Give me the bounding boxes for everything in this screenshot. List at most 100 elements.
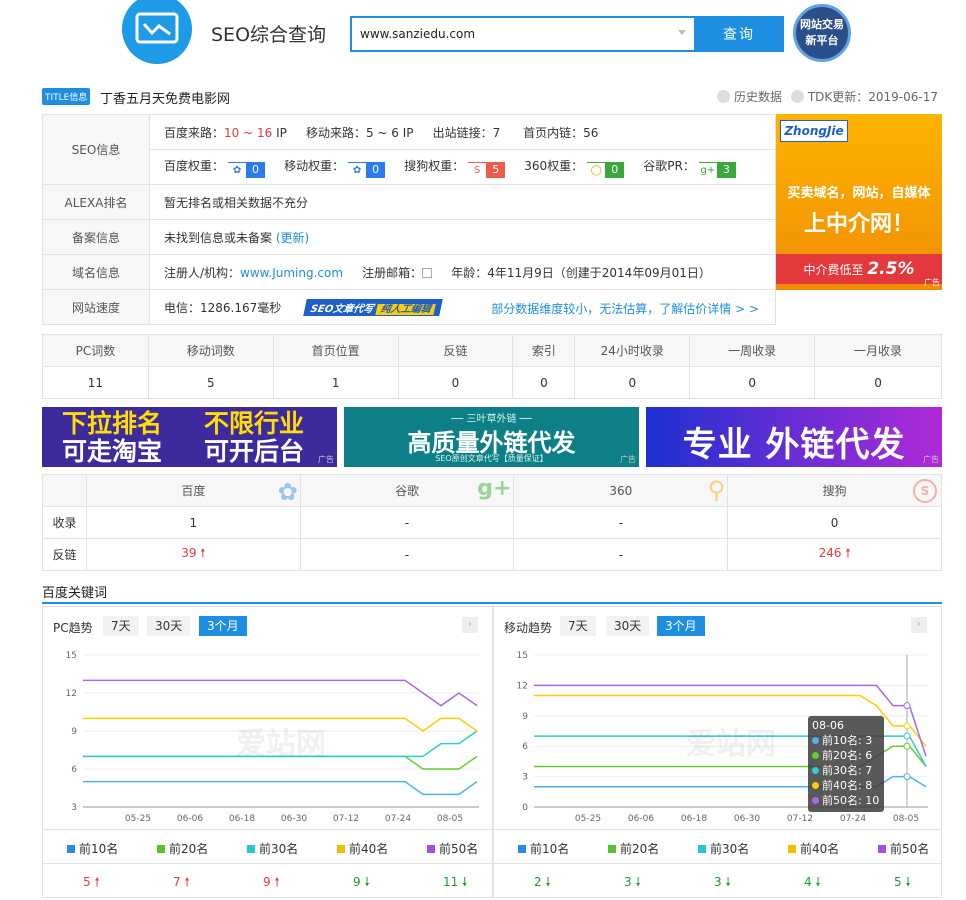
pc-counts: 5 🠕 7 🠕 9 🠕 9 🠗 11 🠗 — [42, 864, 493, 898]
ad-zhongjie[interactable]: ZhongJie 买卖域名，网站，自媒体 上中介网！ 中介费低至 2.5% 广告 — [776, 114, 942, 290]
zhongjie-logo: ZhongJie — [780, 120, 848, 142]
legend-swatch-icon — [518, 845, 526, 853]
legend-item[interactable]: 前10名 — [67, 840, 118, 857]
arrow-down-icon: 🠗 — [541, 875, 551, 889]
seo-writing-ad[interactable]: SEO文章代写 纯人工编辑 — [303, 298, 443, 316]
ad-line2: 上中介网！ — [803, 212, 914, 237]
y-tick-label: 12 — [517, 681, 528, 691]
y-tick-label: 6 — [71, 765, 77, 775]
stats-value: 1 — [272, 366, 399, 399]
legend-item[interactable]: 前50名 — [427, 840, 478, 857]
registrant-link[interactable]: www.Juming.com — [240, 266, 343, 280]
stats-header: 首页位置 — [272, 334, 399, 367]
search-input[interactable]: www.sanziedu.com — [350, 16, 694, 52]
tab-7d[interactable]: 7天 — [103, 616, 139, 636]
legend-swatch-icon — [157, 845, 165, 853]
refresh-icon — [790, 90, 804, 103]
banner-ranking[interactable]: 下拉排名 可走淘宝 不限行业 可开后台 广告 — [42, 407, 337, 467]
legend-swatch-icon — [247, 845, 255, 853]
out-links: 7 — [492, 125, 501, 140]
arrow-down-icon: 🠗 — [901, 875, 911, 889]
banner-pro-backlinks[interactable]: 专业 外链代发 广告 — [646, 407, 942, 467]
search-button[interactable]: 查询 — [694, 16, 784, 52]
mobile-weight-badge[interactable]: ✿ 0 — [348, 161, 386, 179]
legend-item[interactable]: 前40名 — [337, 840, 388, 857]
sogou-weight-badge[interactable]: S5 — [468, 161, 506, 179]
keyword-stats-table: PC词数 移动词数 首页位置 反链 索引 24小时收录 一周收录 一月收录 11 5 1 0 0 0 0 0 — [42, 334, 942, 399]
ad-tag: 广告 — [620, 455, 636, 464]
legend-item[interactable]: 前50名 — [878, 840, 929, 857]
search-engine-table: 百度 ✿ 谷歌 g+ 360 ⚲ 搜狗 S 收录 1 - - 0 反链 39 🠕 - -… — [42, 474, 942, 571]
tab-30d[interactable]: 30天 — [147, 616, 191, 636]
chevron-right-icon[interactable]: › — [911, 617, 927, 633]
stats-header: 移动词数 — [147, 334, 274, 367]
mobile-traffic: 5 ~ 6 — [365, 125, 399, 140]
legend-item[interactable]: 前10名 — [518, 840, 569, 857]
search-value[interactable]: www.sanziedu.com — [360, 27, 475, 41]
google-pr-badge[interactable]: g+ 3 — [698, 161, 736, 179]
icp-value: 未找到信息或未备案 — [164, 230, 273, 245]
valuation-link[interactable]: 部分数据维度较小，无法估算，了解估价详情 > > — [491, 300, 759, 317]
icp-update-link[interactable]: (更新) — [276, 231, 309, 245]
pc-trend-title: PC趋势 — [53, 621, 93, 635]
traffic-row: 百度来路：10 ~ 16 IP 移动来路：5 ~ 6 IP 出站链接：7 首页内… — [149, 114, 776, 150]
legend-item[interactable]: 前20名 — [608, 840, 659, 857]
tdk-label: TDK更新：2019-06-17 — [807, 90, 938, 104]
x-tick-label: 06-30 — [734, 814, 760, 824]
stats-value: 11 — [42, 366, 149, 399]
weight-360-badge[interactable]: ◯ 0 — [587, 161, 625, 179]
dropdown-caret-icon[interactable] — [678, 30, 686, 35]
ring-360-icon: ◯ — [587, 162, 606, 179]
y-tick-label: 3 — [71, 803, 77, 813]
seo-info-label: SEO信息 — [42, 114, 150, 185]
paw-icon: ✿ — [348, 162, 367, 179]
x-tick-label: 06-18 — [229, 814, 255, 824]
tab-3m[interactable]: 3个月 — [657, 616, 705, 636]
pc-trend-chart: 3 6 9 12 15 05-25 06-06 06-18 06-30 07-12 07-24 08-… — [66, 651, 479, 824]
tdk-update[interactable]: TDK更新：2019-06-17 — [790, 88, 938, 105]
watermark: 爱站网 — [236, 727, 326, 762]
arrow-up-icon: 🠕 — [90, 875, 100, 889]
hover-point — [903, 702, 911, 710]
sogou-icon: S — [913, 479, 937, 503]
google-backlinks: - — [299, 538, 515, 571]
tab-30d[interactable]: 30天 — [606, 616, 650, 636]
backlink-label: 反链 — [42, 538, 87, 571]
sogou-backlinks[interactable]: 246 🠕 — [727, 538, 942, 571]
inner-links: 56 — [583, 125, 599, 140]
chevron-right-icon[interactable]: › — [462, 617, 478, 633]
domain-age: 4年11月9日 — [487, 265, 554, 280]
trade-line1: 网站交易 — [800, 18, 844, 31]
ad-tag: 广告 — [923, 455, 939, 464]
legend-item[interactable]: 前30名 — [247, 840, 298, 857]
banner-backlinks[interactable]: ── 三叶草外链 ── 高质量外链代发 SEO原创文章代写【质量保证】 广告 — [344, 407, 639, 467]
trade-platform-badge[interactable]: 网站交易 新平台 — [793, 4, 851, 62]
history-link[interactable]: 历史数据 — [716, 88, 782, 105]
sogou-header: 搜狗 S — [727, 474, 942, 507]
tooltip-line: 前50名: 10 — [812, 793, 880, 808]
y-tick-label: 0 — [522, 803, 528, 813]
count-value: 7 🠕 — [173, 875, 190, 889]
legend-item[interactable]: 前20名 — [157, 840, 208, 857]
chart-tooltip: 08-06 前10名: 3 前20名: 6 前30名: 7 前40名: 8 前5… — [808, 716, 884, 812]
tab-7d[interactable]: 7天 — [560, 616, 596, 636]
weights-row: 百度权重： ✿ 0 移动权重： ✿ 0 搜狗权重： S 5 360权重： ◯ 0 谷歌PR： g+… — [149, 149, 776, 185]
tab-3m[interactable]: 3个月 — [199, 616, 247, 636]
baidu-backlinks[interactable]: 39 🠕 — [85, 538, 301, 571]
tooltip-line: 前30名: 7 — [812, 763, 880, 778]
hover-point — [903, 742, 911, 750]
seo-info-table: SEO信息 百度来路：10 ~ 16 IP 移动来路：5 ~ 6 IP 出站链接… — [42, 114, 776, 325]
legend-swatch-icon — [337, 845, 345, 853]
legend-item[interactable]: 前30名 — [698, 840, 749, 857]
baidu-weight-badge[interactable]: ✿ 0 — [228, 161, 266, 179]
x-tick-label: 07-24 — [385, 814, 411, 824]
x-tick-label: 06-06 — [177, 814, 203, 824]
y-tick-label: 6 — [522, 742, 528, 752]
chart-icon — [135, 12, 179, 44]
count-value: 3 🠗 — [714, 875, 731, 889]
hover-point — [903, 722, 911, 730]
legend-item[interactable]: 前40名 — [788, 840, 839, 857]
x-tick-label: 08-05 — [893, 814, 919, 824]
domain-label: 域名信息 — [42, 254, 150, 290]
site-logo[interactable] — [122, 0, 192, 64]
